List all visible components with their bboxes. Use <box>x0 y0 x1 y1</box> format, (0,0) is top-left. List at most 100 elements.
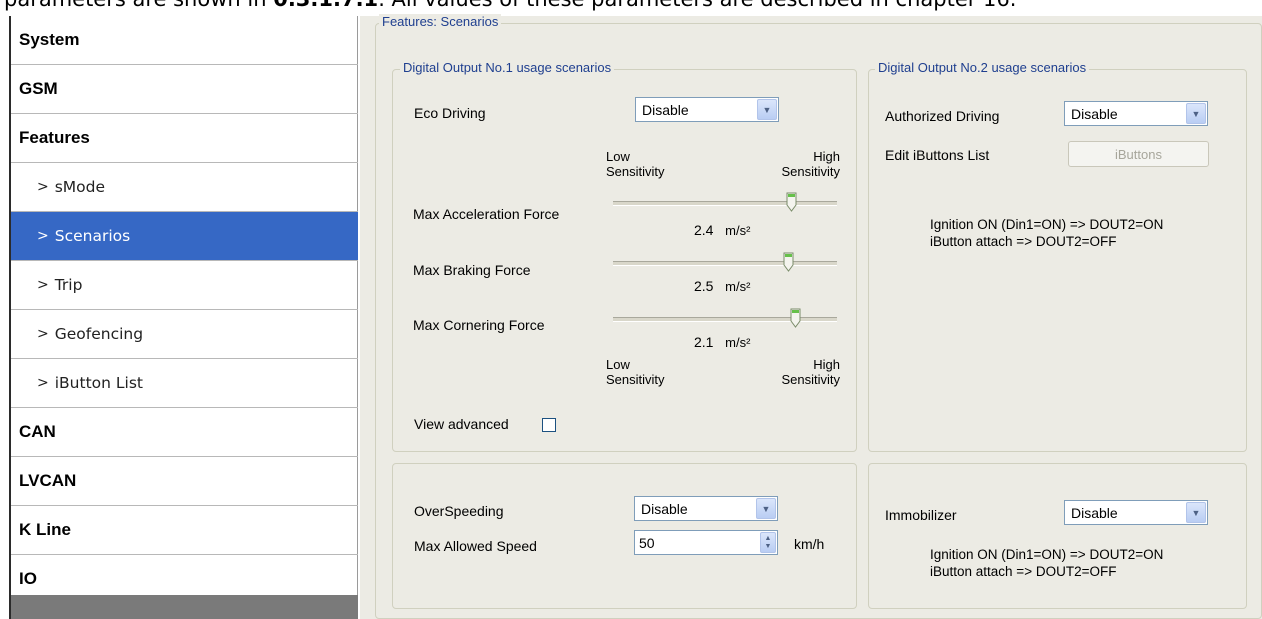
sidebar-item-label: LVCAN <box>19 471 77 490</box>
slider-thumb-icon[interactable] <box>783 252 794 272</box>
sidebar-item-lvcan[interactable]: LVCAN <box>11 457 358 506</box>
authorized-driving-value: Disable <box>1071 105 1118 122</box>
chevron-right-icon: > <box>37 277 49 293</box>
chevron-right-icon: > <box>37 179 49 195</box>
overspeeding-group <box>392 463 857 609</box>
immobilizer-info: Ignition ON (Din1=ON) => DOUT2=ON iButto… <box>930 546 1163 580</box>
cornering-value: 2.1 m/s² <box>694 334 750 350</box>
dout2-info-line2: iButton attach => DOUT2=OFF <box>930 234 1117 249</box>
high-text: High <box>813 149 840 164</box>
sidebar-item-gsm[interactable]: GSM <box>11 65 358 114</box>
doc-ref: 0.3.1.7.1 <box>273 0 378 11</box>
sensitivity-text: Sensitivity <box>606 164 665 179</box>
chevron-down-icon[interactable]: ▼ <box>1186 103 1206 124</box>
settings-panel: Features: Scenarios Digital Output No.1 … <box>360 14 1262 619</box>
chevron-right-icon: > <box>37 326 49 342</box>
spinner-arrows-icon[interactable]: ▲ ▼ <box>760 532 776 553</box>
acceleration-value: 2.4 m/s² <box>694 222 750 238</box>
acceleration-unit: m/s² <box>725 223 751 238</box>
sidebar-item-system[interactable]: System <box>11 16 358 65</box>
chevron-down-icon[interactable]: ▼ <box>757 99 777 120</box>
immobilizer-label: Immobilizer <box>885 507 957 523</box>
chevron-down-icon[interactable]: ▼ <box>1186 502 1206 523</box>
doc-text-after: . All values of these parameters are des… <box>378 0 1016 11</box>
dout2-info-line1: Ignition ON (Din1=ON) => DOUT2=ON <box>930 217 1164 232</box>
immobilizer-info-line2: iButton attach => DOUT2=OFF <box>930 564 1117 579</box>
sidebar-item-k-line[interactable]: K Line <box>11 506 358 555</box>
sidebar-item-label: sMode <box>54 178 106 196</box>
overspeeding-value: Disable <box>641 500 688 517</box>
high-sensitivity-label-top: High Sensitivity <box>760 149 840 179</box>
sidebar-item-label: GSM <box>19 79 58 98</box>
sensitivity-text: Sensitivity <box>781 372 840 387</box>
page-title: Features: Scenarios <box>379 14 502 29</box>
sidebar-item-label: CAN <box>19 422 56 441</box>
view-advanced-label: View advanced <box>414 416 509 432</box>
cornering-slider-track[interactable] <box>613 317 837 322</box>
cornering-number: 2.1 <box>694 334 714 350</box>
low-text: Low <box>606 149 630 164</box>
sensitivity-text: Sensitivity <box>781 164 840 179</box>
low-text: Low <box>606 357 630 372</box>
ibuttons-button[interactable]: iButtons <box>1068 141 1209 167</box>
low-sensitivity-label-bottom: Low Sensitivity <box>606 357 665 387</box>
overspeeding-label: OverSpeeding <box>414 503 504 519</box>
max-allowed-speed-value: 50 <box>639 534 655 551</box>
sidebar-item-smode[interactable]: > sMode <box>11 163 358 212</box>
dout1-group-title: Digital Output No.1 usage scenarios <box>400 60 615 75</box>
sidebar-item-scenarios[interactable]: > Scenarios <box>11 212 358 261</box>
document-text: parameters are shown in 0.3.1.7.1. All v… <box>4 0 1016 11</box>
immobilizer-select[interactable]: Disable ▼ <box>1064 500 1208 525</box>
sidebar-item-label: K Line <box>19 520 71 539</box>
immobilizer-group <box>868 463 1247 609</box>
sidebar-item-can[interactable]: CAN <box>11 408 358 457</box>
eco-driving-label: Eco Driving <box>414 105 486 121</box>
dout2-group <box>868 69 1247 452</box>
sidebar-item-label: Features <box>19 128 90 147</box>
cornering-unit: m/s² <box>725 335 751 350</box>
doc-text-before: parameters are shown in <box>4 0 273 11</box>
overspeeding-select[interactable]: Disable ▼ <box>634 496 778 521</box>
sidebar-item-label: IO <box>19 569 37 588</box>
max-allowed-speed-label: Max Allowed Speed <box>414 538 537 554</box>
sidebar-item-label: Scenarios <box>54 227 131 245</box>
sidebar-item-features[interactable]: Features <box>11 114 358 163</box>
sidebar-item-label: Geofencing <box>54 325 144 343</box>
sidebar-item-label: System <box>19 30 80 49</box>
immobilizer-info-line1: Ignition ON (Din1=ON) => DOUT2=ON <box>930 547 1164 562</box>
max-cornering-label: Max Cornering Force <box>413 317 545 333</box>
chevron-right-icon: > <box>37 375 49 391</box>
max-braking-label: Max Braking Force <box>413 262 531 278</box>
acceleration-number: 2.4 <box>694 222 714 238</box>
sensitivity-text: Sensitivity <box>606 372 665 387</box>
eco-driving-select[interactable]: Disable ▼ <box>635 97 779 122</box>
acceleration-slider-track[interactable] <box>613 201 837 206</box>
braking-slider-track[interactable] <box>613 261 837 266</box>
braking-number: 2.5 <box>694 278 714 294</box>
edit-ibuttons-label: Edit iButtons List <box>885 147 990 163</box>
immobilizer-value: Disable <box>1071 504 1118 521</box>
chevron-down-icon[interactable]: ▼ <box>756 498 776 519</box>
braking-unit: m/s² <box>725 279 751 294</box>
sidebar-bottom-bar <box>11 595 358 619</box>
speed-unit-label: km/h <box>794 536 825 552</box>
authorized-driving-select[interactable]: Disable ▼ <box>1064 101 1208 126</box>
view-advanced-checkbox[interactable] <box>542 418 556 432</box>
max-allowed-speed-input[interactable]: 50 ▲ ▼ <box>634 530 778 555</box>
dout2-group-title: Digital Output No.2 usage scenarios <box>875 60 1090 75</box>
dout2-info: Ignition ON (Din1=ON) => DOUT2=ON iButto… <box>930 216 1163 250</box>
slider-thumb-icon[interactable] <box>790 308 801 328</box>
braking-value: 2.5 m/s² <box>694 278 750 294</box>
sidebar-item-trip[interactable]: > Trip <box>11 261 358 310</box>
high-text: High <box>813 357 840 372</box>
sidebar-item-label: iButton List <box>54 374 143 392</box>
high-sensitivity-label-bottom: High Sensitivity <box>760 357 840 387</box>
slider-thumb-icon[interactable] <box>786 192 797 212</box>
low-sensitivity-label-top: Low Sensitivity <box>606 149 665 179</box>
chevron-right-icon: > <box>37 228 49 244</box>
sidebar-item-geofencing[interactable]: > Geofencing <box>11 310 358 359</box>
sidebar-nav: System GSM Features > sMode > Scenarios > T… <box>9 16 358 619</box>
sidebar-item-ibutton-list[interactable]: > iButton List <box>11 359 358 408</box>
max-acceleration-label: Max Acceleration Force <box>413 206 560 222</box>
authorized-driving-label: Authorized Driving <box>885 108 1000 124</box>
